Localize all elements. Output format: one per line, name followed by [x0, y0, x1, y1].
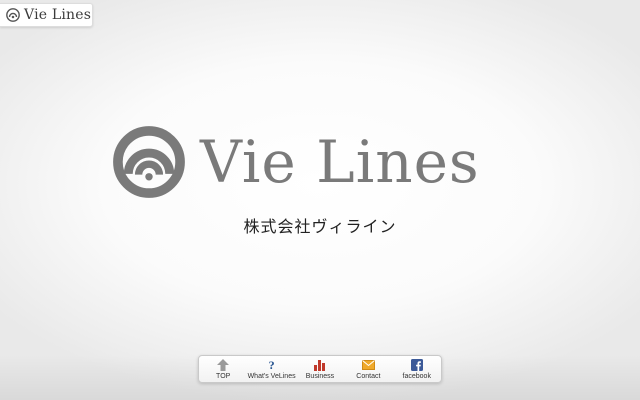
- nav-label-whats-velines: What's VeLines: [247, 372, 296, 380]
- nav-item-facebook[interactable]: facebook: [393, 358, 441, 380]
- main-logo: Vie Lines: [112, 122, 532, 202]
- nav-label-top: TOP: [216, 372, 231, 380]
- nav-item-top[interactable]: TOP: [199, 358, 247, 380]
- nav-item-contact[interactable]: Contact: [344, 359, 392, 380]
- nav-item-business[interactable]: Business: [296, 359, 344, 380]
- facebook-icon: [410, 358, 424, 371]
- nav-label-contact: Contact: [356, 372, 381, 380]
- mini-logo-text: Vie Lines: [24, 7, 92, 23]
- nav-label-facebook: facebook: [402, 372, 431, 380]
- question-icon: ?: [268, 357, 275, 372]
- home-logo-link[interactable]: Vie Lines: [0, 3, 93, 27]
- envelope-icon: [361, 359, 375, 371]
- bar-chart-icon: [313, 359, 327, 371]
- vie-lines-logo-icon: [6, 8, 20, 22]
- up-arrow-icon: [216, 358, 230, 371]
- nav-item-whats-velines[interactable]: ? What's VeLines: [248, 359, 296, 380]
- vie-lines-logo-icon: [113, 126, 185, 198]
- company-name: 株式会社ヴィライン: [243, 217, 397, 236]
- brand-name: Vie Lines: [200, 128, 480, 196]
- bottom-nav: TOP ? What's VeLines Business Contact fa…: [198, 355, 442, 383]
- nav-label-business: Business: [305, 372, 335, 380]
